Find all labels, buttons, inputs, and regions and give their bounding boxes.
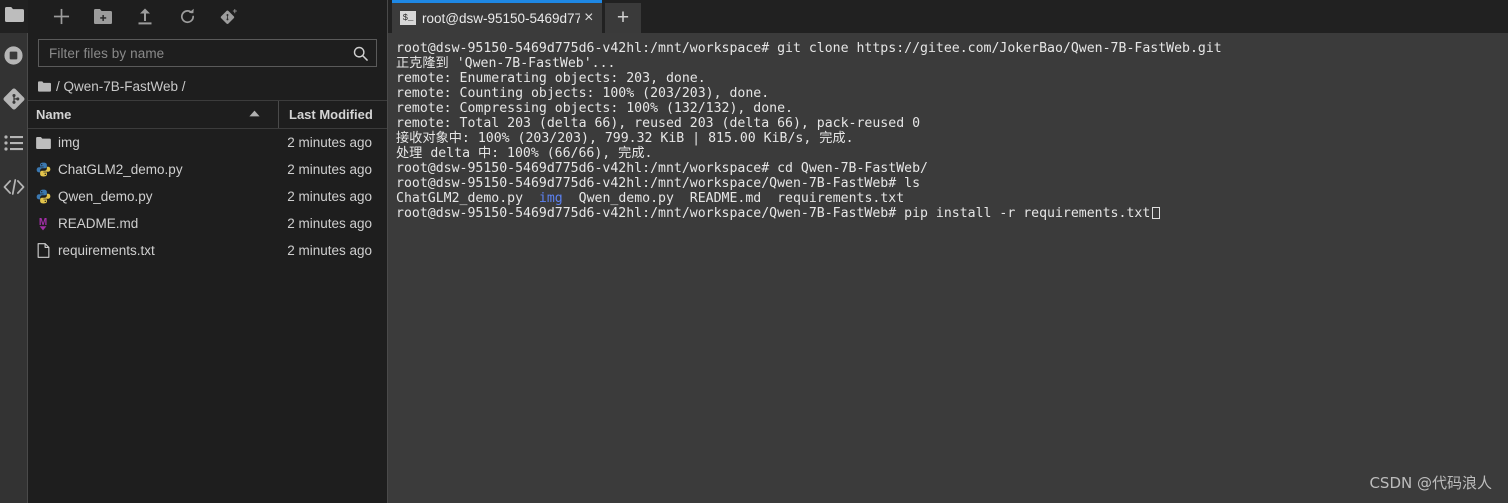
terminal-line: remote: Compressing objects: 100% (132/1…: [396, 101, 1508, 116]
file-list-item[interactable]: ChatGLM2_demo.py 2 minutes ago: [28, 156, 387, 183]
column-header-last-modified[interactable]: Last Modified: [279, 101, 387, 128]
terminal-line: root@dsw-95150-5469d775d6-v42hl:/mnt/wor…: [396, 41, 1508, 56]
file-last-modified: 2 minutes ago: [287, 135, 372, 150]
terminal-text: ChatGLM2_demo.py: [396, 191, 539, 206]
tab-terminal[interactable]: $_ root@dsw-95150-5469d775d ×: [392, 0, 602, 33]
terminal-text: 正克隆到 'Qwen-7B-FastWeb'...: [396, 56, 616, 71]
file-last-modified: 2 minutes ago: [287, 189, 372, 204]
terminal-line: root@dsw-95150-5469d775d6-v42hl:/mnt/wor…: [396, 206, 1508, 221]
file-list-item[interactable]: Qwen_demo.py 2 minutes ago: [28, 183, 387, 210]
filter-files-input[interactable]: Filter files by name: [38, 39, 377, 67]
new-git-repo-icon: [220, 8, 238, 26]
markdown-icon: M: [28, 216, 58, 231]
file-last-modified: 2 minutes ago: [287, 243, 372, 258]
tab-title: root@dsw-95150-5469d775d: [422, 10, 580, 26]
terminal-line: 处理 delta 中: 100% (66/66), 完成.: [396, 146, 1508, 161]
file-name: requirements.txt: [58, 243, 155, 258]
file-name: README.md: [58, 216, 139, 231]
new-launcher-button[interactable]: [40, 3, 82, 31]
activity-bar-item-file-browser[interactable]: [0, 0, 28, 33]
new-folder-icon: [94, 9, 112, 24]
file-browser-panel: Filter files by name / Qwen-7B-FastWeb /: [28, 0, 388, 503]
file-last-modified: 2 minutes ago: [287, 162, 372, 177]
terminal-text: root@dsw-95150-5469d775d6-v42hl:/mnt/wor…: [396, 41, 1222, 56]
activity-bar-item-extensions[interactable]: [0, 165, 28, 209]
upload-icon: [137, 8, 153, 25]
terminal-line: remote: Total 203 (delta 66), reused 203…: [396, 116, 1508, 131]
terminal-text: root@dsw-95150-5469d775d6-v42hl:/mnt/wor…: [396, 176, 921, 191]
tab-bar: $_ root@dsw-95150-5469d775d × +: [388, 0, 1508, 33]
folder-icon: [4, 6, 24, 27]
terminal-line: 正克隆到 'Qwen-7B-FastWeb'...: [396, 56, 1508, 71]
file-name: Qwen_demo.py: [58, 189, 153, 204]
terminal-text: root@dsw-95150-5469d775d6-v42hl:/mnt/wor…: [396, 206, 1151, 221]
file-list: img 2 minutes ago ChatGLM2_demo.py 2 minute…: [28, 129, 387, 503]
main-area: $_ root@dsw-95150-5469d775d × + root@dsw…: [388, 0, 1508, 503]
terminal-text: 处理 delta 中: 100% (66/66), 完成.: [396, 146, 653, 161]
file-list-item[interactable]: M README.md 2 minutes ago: [28, 210, 387, 237]
terminal-text: remote: Compressing objects: 100% (132/1…: [396, 101, 793, 116]
activity-bar-item-git[interactable]: [0, 77, 28, 121]
activity-bar-item-toc[interactable]: [0, 121, 28, 165]
terminal-icon: $_: [400, 11, 416, 25]
terminal-line: root@dsw-95150-5469d775d6-v42hl:/mnt/wor…: [396, 161, 1508, 176]
column-header-last-modified-label: Last Modified: [289, 107, 373, 122]
python-icon: [28, 189, 58, 204]
file-last-modified: 2 minutes ago: [287, 216, 372, 231]
column-header-name-label: Name: [36, 107, 72, 122]
new-tab-button[interactable]: +: [605, 3, 641, 33]
terminal-line: remote: Enumerating objects: 203, done.: [396, 71, 1508, 86]
close-icon[interactable]: ×: [582, 10, 596, 26]
terminal-text: remote: Counting objects: 100% (203/203)…: [396, 86, 770, 101]
terminal-text: root@dsw-95150-5469d775d6-v42hl:/mnt/wor…: [396, 161, 928, 176]
text-file-icon: [28, 243, 58, 258]
terminal-text: Qwen_demo.py README.md requirements.txt: [562, 191, 905, 206]
terminal-text: remote: Enumerating objects: 203, done.: [396, 71, 706, 86]
breadcrumb-path[interactable]: / Qwen-7B-FastWeb /: [56, 79, 186, 94]
folder-icon: [28, 136, 58, 149]
watermark: CSDN @代码浪人: [1369, 474, 1492, 492]
terminal-line: remote: Counting objects: 100% (203/203)…: [396, 86, 1508, 101]
activity-bar-item-running[interactable]: [0, 33, 28, 77]
new-folder-button[interactable]: [82, 3, 124, 31]
file-browser-toolbar: [28, 0, 387, 33]
search-icon: [353, 46, 368, 61]
new-git-repo-button[interactable]: [208, 3, 250, 31]
file-list-header: Name Last Modified: [28, 101, 387, 129]
refresh-icon: [179, 8, 196, 25]
file-name: img: [58, 135, 80, 150]
terminal-cursor: [1152, 207, 1161, 219]
file-list-item[interactable]: img 2 minutes ago: [28, 129, 387, 156]
refresh-button[interactable]: [166, 3, 208, 31]
python-icon: [28, 162, 58, 177]
sort-ascending-icon: [249, 110, 260, 119]
terminal-line: root@dsw-95150-5469d775d6-v42hl:/mnt/wor…: [396, 176, 1508, 191]
breadcrumb[interactable]: / Qwen-7B-FastWeb /: [28, 73, 387, 101]
jupyterlab-window: Filter files by name / Qwen-7B-FastWeb /: [0, 0, 1508, 503]
terminal-text: remote: Total 203 (delta 66), reused 203…: [396, 116, 921, 131]
terminal-directory-name: img: [538, 191, 563, 206]
filter-container: Filter files by name: [28, 33, 387, 73]
terminal-line: ChatGLM2_demo.py img Qwen_demo.py README…: [396, 191, 1508, 206]
activity-bar: [0, 0, 28, 503]
filter-placeholder: Filter files by name: [49, 45, 165, 61]
breadcrumb-folder-icon[interactable]: [38, 81, 51, 92]
terminal-output[interactable]: root@dsw-95150-5469d775d6-v42hl:/mnt/wor…: [388, 33, 1508, 503]
file-name: ChatGLM2_demo.py: [58, 162, 183, 177]
plus-icon: [53, 8, 70, 25]
column-header-name[interactable]: Name: [28, 101, 279, 128]
file-list-item[interactable]: requirements.txt 2 minutes ago: [28, 237, 387, 264]
terminal-line: 接收对象中: 100% (203/203), 799.32 KiB | 815.…: [396, 131, 1508, 146]
activity-bar-items: [0, 33, 28, 503]
terminal-text: 接收对象中: 100% (203/203), 799.32 KiB | 815.…: [396, 131, 854, 146]
upload-button[interactable]: [124, 3, 166, 31]
